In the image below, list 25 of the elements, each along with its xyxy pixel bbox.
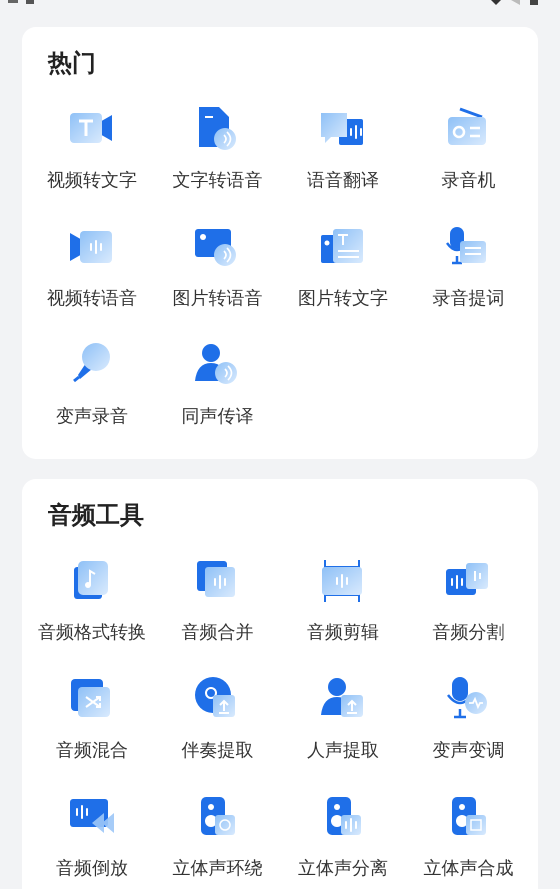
- tool-item[interactable]: 音频分割: [406, 557, 531, 645]
- tool-item[interactable]: 音频倒放: [29, 793, 154, 881]
- wifi-icon: [491, 0, 501, 5]
- tool-item[interactable]: 语音翻译: [280, 105, 406, 193]
- tool-item[interactable]: 伴奏提取: [154, 675, 280, 763]
- tool-item[interactable]: 变声录音: [29, 341, 154, 429]
- tool-item[interactable]: 音频剪辑: [280, 557, 406, 645]
- tool-item[interactable]: 音频混合: [29, 675, 154, 763]
- tool-item[interactable]: 音频合并: [154, 557, 280, 645]
- tool-item[interactable]: 文字转语音: [154, 105, 280, 193]
- tool-item[interactable]: 录音机: [406, 105, 531, 193]
- tool-item[interactable]: 立体声合成: [406, 793, 531, 881]
- tool-item[interactable]: 人声提取: [280, 675, 406, 763]
- tool-item[interactable]: 图片转语音: [154, 223, 280, 311]
- tool-item[interactable]: 立体声分离: [280, 793, 406, 881]
- tool-item[interactable]: 变声变调: [406, 675, 531, 763]
- tool-item[interactable]: 同声传译: [154, 341, 280, 429]
- tool-item[interactable]: 录音提词: [406, 223, 531, 311]
- tool-item[interactable]: 立体声环绕: [154, 793, 280, 881]
- tool-item[interactable]: 图片转文字: [280, 223, 406, 311]
- tool-item[interactable]: 视频转文字: [29, 105, 154, 193]
- section-title: 热门: [46, 48, 97, 79]
- tool-item[interactable]: 视频转语音: [29, 223, 154, 311]
- tool-item[interactable]: 音频格式转换: [29, 557, 154, 645]
- section-title: 音频工具: [47, 500, 145, 531]
